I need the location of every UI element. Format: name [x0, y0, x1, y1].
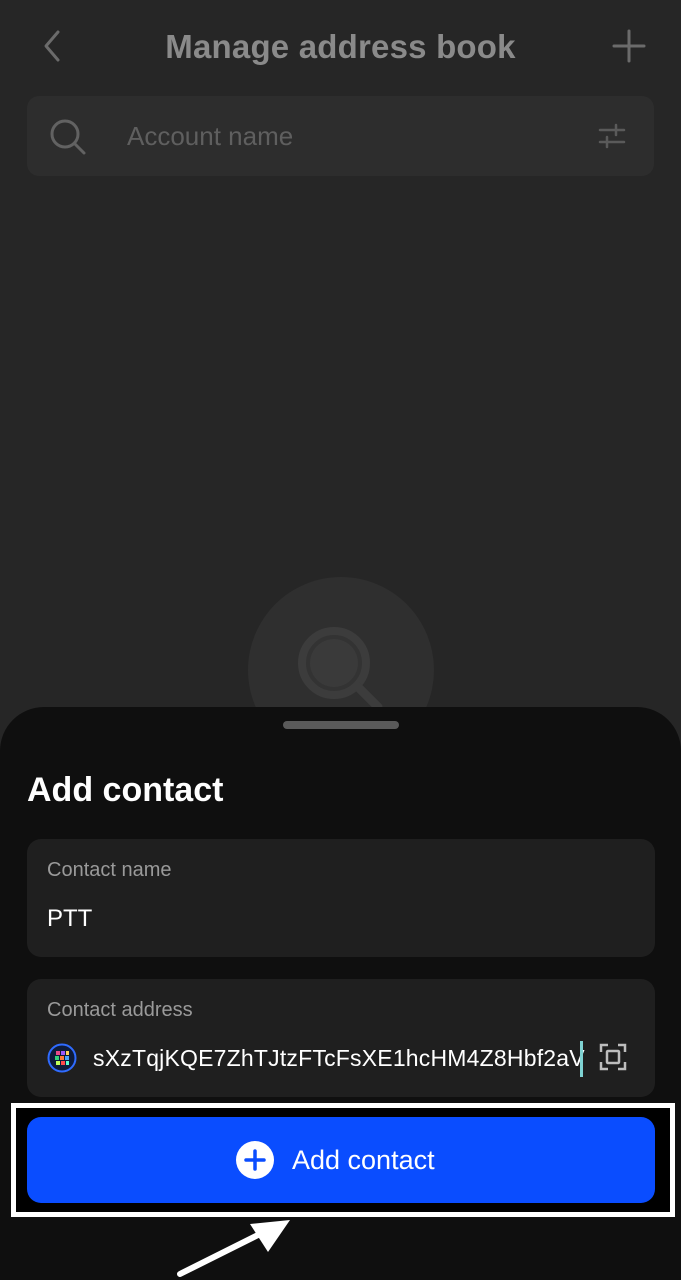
filter-icon[interactable] [598, 122, 626, 150]
text-caret [580, 1041, 583, 1077]
contact-address-value[interactable]: sXzTqjKQE7ZhTJtzFTcFsXE1hcHM4Z8Hbf2aV [93, 1045, 585, 1072]
scan-qr-icon[interactable] [599, 1043, 627, 1071]
pointer-arrow-icon [177, 1220, 290, 1277]
sheet-drag-handle[interactable] [283, 721, 399, 729]
contact-name-label: Contact name [47, 859, 172, 881]
top-bar: Manage address book [0, 0, 681, 96]
search-icon [50, 119, 86, 155]
page-title: Manage address book [165, 28, 516, 65]
magnifier-icon [298, 627, 383, 712]
search-placeholder: Account name [127, 121, 294, 151]
search-input[interactable]: Account name [27, 96, 654, 176]
screen: Manage address book Account name Add con… [0, 0, 681, 1280]
token-icon [47, 1043, 77, 1073]
contact-address-field[interactable]: Contact address sXzTqjKQE7ZhTJtzFTcFsXE1… [27, 979, 655, 1097]
plus-circle-icon [236, 1141, 274, 1179]
add-contact-button-label: Add contact [292, 1145, 435, 1175]
plus-icon[interactable] [611, 28, 647, 64]
contact-address-label: Contact address [47, 999, 193, 1021]
contact-name-field[interactable]: Contact name PTT [27, 839, 655, 957]
contact-name-value[interactable]: PTT [47, 905, 92, 933]
sheet-title: Add contact [27, 771, 224, 809]
add-contact-button[interactable]: Add contact [27, 1117, 655, 1203]
